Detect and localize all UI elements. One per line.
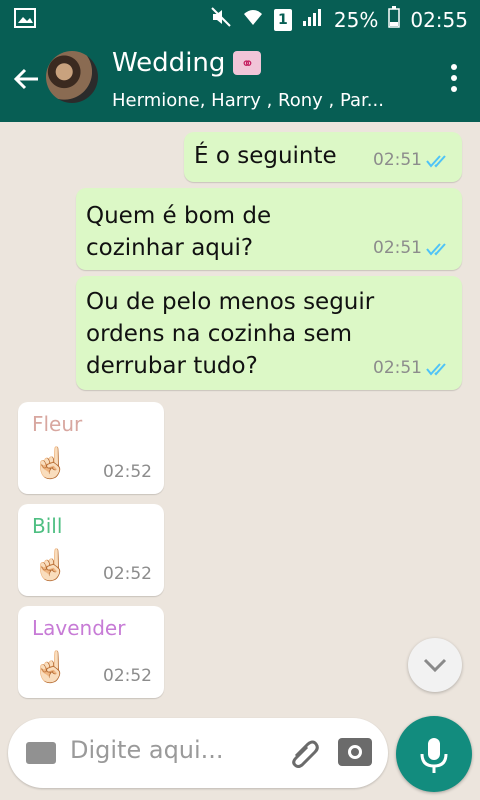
message-list: É o seguinte 02:51 Quem é bom de cozinha… xyxy=(0,122,480,722)
signal-icon xyxy=(302,7,324,32)
sender-name: Fleur xyxy=(32,412,83,436)
wifi-icon xyxy=(242,7,264,32)
mic-button[interactable] xyxy=(396,716,472,792)
chat-header: Wedding ⚭ Hermione, Harry , Rony , Par..… xyxy=(0,38,480,122)
sender-name: Bill xyxy=(32,514,63,538)
chevron-down-icon xyxy=(423,658,447,673)
group-title-area[interactable]: Wedding ⚭ xyxy=(112,48,262,78)
message-time: 02:51 xyxy=(373,358,422,378)
mic-icon xyxy=(420,738,448,773)
participants-list[interactable]: Hermione, Harry , Rony , Par... xyxy=(112,90,402,111)
message-bubble-outgoing[interactable]: Ou de pelo menos seguir ordens na cozinh… xyxy=(76,276,462,390)
scroll-to-bottom-button[interactable] xyxy=(408,638,462,692)
message-bubble-outgoing[interactable]: É o seguinte 02:51 xyxy=(184,132,462,182)
avatar[interactable] xyxy=(46,51,98,103)
status-bar: 1 25% 02:55 xyxy=(0,0,480,38)
camera-icon[interactable] xyxy=(338,738,372,766)
pointing-up-emoji: ☝🏻 xyxy=(32,650,70,685)
gallery-notification-icon xyxy=(14,8,36,32)
more-vert-icon[interactable] xyxy=(450,64,458,94)
rings-icon: ⚭ xyxy=(233,51,262,75)
paperclip-icon[interactable] xyxy=(288,738,322,774)
message-time: 02:51 xyxy=(373,238,422,258)
message-time: 02:52 xyxy=(103,666,152,686)
message-composer[interactable]: Digite aqui... xyxy=(8,718,388,788)
message-bubble-incoming[interactable]: Fleur ☝🏻 02:52 xyxy=(18,402,164,494)
keyboard-icon[interactable] xyxy=(26,742,56,764)
message-bubble-outgoing[interactable]: Quem é bom de cozinhar aqui? 02:51 xyxy=(76,188,462,270)
message-text: É o seguinte xyxy=(194,143,337,169)
mute-icon xyxy=(210,6,232,33)
sim-icon: 1 xyxy=(273,8,292,31)
read-ticks-icon xyxy=(426,155,446,168)
clock: 02:55 xyxy=(410,7,468,32)
message-text: Ou de pelo menos seguir ordens na cozinh… xyxy=(86,289,375,379)
message-time: 02:52 xyxy=(103,462,152,482)
pointing-up-emoji: ☝🏻 xyxy=(32,446,70,481)
message-bubble-incoming[interactable]: Lavender ☝🏻 02:52 xyxy=(18,606,164,698)
sender-name: Lavender xyxy=(32,616,126,640)
page-title: Wedding xyxy=(112,48,226,78)
pointing-up-emoji: ☝🏻 xyxy=(32,548,70,583)
arrow-left-icon[interactable] xyxy=(10,64,42,96)
message-text: Quem é bom de cozinhar aqui? xyxy=(86,203,272,261)
read-ticks-icon xyxy=(426,243,446,256)
read-ticks-icon xyxy=(426,363,446,376)
message-input[interactable]: Digite aqui... xyxy=(70,736,224,764)
message-bubble-incoming[interactable]: Bill ☝🏻 02:52 xyxy=(18,504,164,596)
battery-level: 25% xyxy=(333,7,379,32)
message-time: 02:51 xyxy=(373,150,422,170)
message-time: 02:52 xyxy=(103,564,152,584)
battery-icon xyxy=(388,6,401,33)
